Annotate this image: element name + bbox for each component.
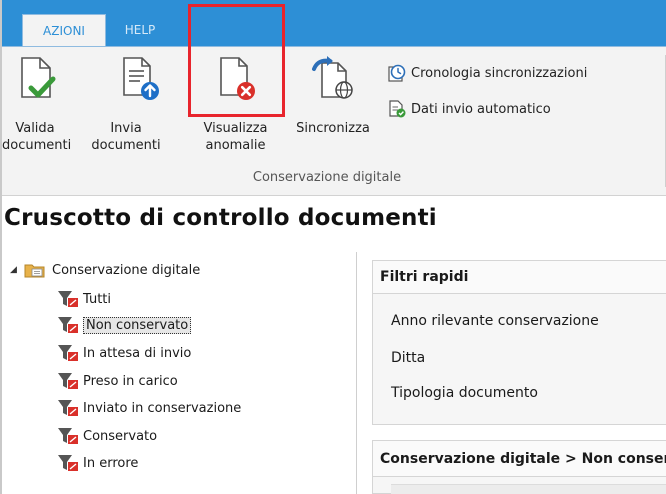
- valida-label-line2: documenti: [2, 138, 72, 153]
- document-sync-globe-icon: [310, 55, 356, 103]
- document-check-icon: [16, 55, 56, 103]
- filter-icon: [57, 454, 81, 472]
- application-window: AZIONI HELP Valida documenti Invia docum…: [0, 0, 666, 494]
- tree-item-label: In errore: [83, 455, 139, 471]
- document-upload-icon: [120, 55, 160, 103]
- valida-documenti-button[interactable]: Valida documenti: [2, 47, 72, 157]
- folder-icon: [24, 262, 46, 278]
- tree-item-preso-in-carico[interactable]: Preso in carico: [57, 370, 178, 392]
- filtri-rapidi-header: Filtri rapidi: [373, 261, 666, 294]
- cronologia-label: Cronologia sincronizzazioni: [411, 65, 588, 81]
- tree-item-inviato-in-conservazione[interactable]: Inviato in conservazione: [57, 397, 241, 419]
- sincronizza-button[interactable]: Sincronizza: [286, 47, 380, 157]
- filter-icon: [57, 427, 81, 445]
- dati-invio-label: Dati invio automatico: [411, 101, 551, 117]
- cronologia-sincronizzazioni-button[interactable]: Cronologia sincronizzazioni: [387, 62, 587, 84]
- tree-item-in-attesa-di-invio[interactable]: In attesa di invio: [57, 342, 191, 364]
- tree-item-in-errore[interactable]: In errore: [57, 452, 138, 474]
- tree-item-non-conservato[interactable]: Non conservato: [57, 314, 192, 336]
- tree-item-label: Inviato in conservazione: [83, 400, 242, 416]
- expand-caret-icon[interactable]: ◢: [10, 265, 24, 275]
- highlight-box: [188, 4, 285, 117]
- tab-help[interactable]: HELP: [110, 14, 170, 46]
- filtri-rapidi-panel: Filtri rapidi Anno rilevante conservazio…: [372, 260, 666, 425]
- history-clock-icon: [387, 63, 407, 83]
- filter-icon: [57, 372, 81, 390]
- valida-label-line1: Valida: [15, 121, 55, 136]
- tree-item-label: In attesa di invio: [83, 345, 192, 361]
- ribbon-group-label: Conservazione digitale: [2, 170, 666, 185]
- tree-root-label: Conservazione digitale: [52, 262, 201, 278]
- tree-item-conservato[interactable]: Conservato: [57, 425, 157, 447]
- filter-icon: [57, 344, 81, 362]
- ribbon-panel: Valida documenti Invia documenti Visuali…: [2, 46, 666, 196]
- filter-ditta[interactable]: Ditta: [391, 350, 425, 366]
- filter-icon: [57, 399, 81, 417]
- ribbon-tab-bar: AZIONI HELP: [2, 0, 666, 46]
- filter-icon: [57, 290, 81, 308]
- details-content-area: [391, 484, 666, 494]
- tree-root-conservazione[interactable]: ◢ Conservazione digitale: [10, 262, 200, 278]
- tree-item-label: Tutti: [83, 291, 112, 307]
- ribbon-group-label-text: Conservazione digitale: [252, 170, 402, 185]
- dati-invio-automatico-button[interactable]: Dati invio automatico: [387, 98, 551, 120]
- tree-item-label: Preso in carico: [83, 373, 178, 389]
- details-breadcrumb-header: Conservazione digitale > Non conservato: [373, 441, 666, 477]
- invia-label-line2: documenti: [91, 138, 161, 153]
- tree-item-label: Non conservato: [83, 316, 192, 334]
- document-auto-icon: [387, 99, 407, 119]
- visualizza-label-line2: anomalie: [205, 138, 266, 153]
- filter-tipologia-documento[interactable]: Tipologia documento: [391, 385, 538, 401]
- invia-label-line1: Invia: [110, 121, 142, 136]
- filter-icon: [57, 316, 81, 334]
- page-title: Cruscotto di controllo documenti: [4, 205, 437, 231]
- tree-item-tutti[interactable]: Tutti: [57, 288, 111, 310]
- visualizza-label-line1: Visualizza: [203, 121, 268, 136]
- invia-documenti-button[interactable]: Invia documenti: [70, 47, 182, 157]
- tree-item-label: Conservato: [83, 428, 158, 444]
- tree-view: ◢ Conservazione digitale Tutti Non conse…: [2, 252, 357, 494]
- filter-anno-rilevante[interactable]: Anno rilevante conservazione: [391, 313, 599, 329]
- sincronizza-label: Sincronizza: [296, 121, 370, 136]
- details-panel: Conservazione digitale > Non conservato: [372, 440, 666, 494]
- tab-azioni[interactable]: AZIONI: [22, 14, 106, 46]
